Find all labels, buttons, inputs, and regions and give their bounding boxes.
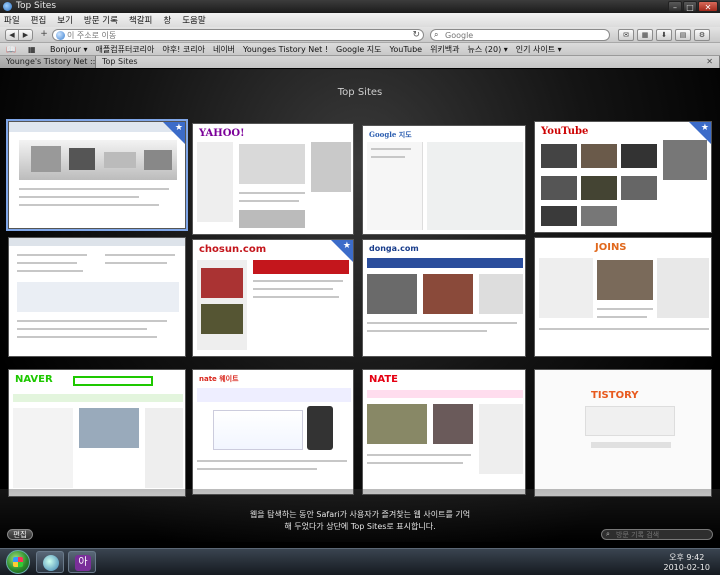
close-button[interactable]: ✕ bbox=[698, 1, 718, 12]
minimize-button[interactable]: – bbox=[668, 1, 682, 12]
title-bar: Top Sites – □ ✕ bbox=[0, 0, 720, 13]
clock-date: 2010-02-10 bbox=[663, 563, 711, 572]
topsite-logo: Google 지도 bbox=[369, 130, 412, 139]
bookmark-item[interactable]: Bonjour ▾ bbox=[50, 45, 88, 54]
window-controls: – □ ✕ bbox=[668, 1, 718, 12]
bookmark-item[interactable]: 뉴스 (20) ▾ bbox=[468, 44, 508, 55]
bookmarks-bar: 📖 ▦ Bonjour ▾ 애플컴퓨터코리아 야후! 코리아 네이버 Young… bbox=[0, 43, 720, 56]
topsite-thumb[interactable] bbox=[8, 237, 186, 357]
history-search-input[interactable] bbox=[616, 530, 708, 539]
caption-line: 웹을 탐색하는 동안 Safari가 사용자가 즐겨찾는 웹 사이트를 기억 bbox=[249, 510, 471, 519]
topsite-thumb[interactable]: nate 웨이트 bbox=[192, 369, 354, 495]
topsite-thumb[interactable]: JOINS bbox=[534, 237, 712, 357]
start-button[interactable] bbox=[6, 550, 30, 574]
menu-window[interactable]: 창 bbox=[163, 14, 171, 26]
bookmark-item[interactable]: Google 지도 bbox=[336, 44, 381, 55]
topsite-logo: nate 웨이트 bbox=[199, 375, 239, 383]
mail-icon[interactable]: ✉ bbox=[618, 29, 634, 41]
menu-file[interactable]: 파일 bbox=[4, 14, 20, 26]
gear-icon[interactable]: ⚙ bbox=[694, 29, 710, 41]
windows-taskbar: 아 오후 9:42 2010-02-10 bbox=[0, 548, 720, 575]
bookmark-item[interactable]: 애플컴퓨터코리아 bbox=[96, 44, 155, 55]
edit-button[interactable]: 편집 bbox=[7, 529, 33, 540]
book-icon[interactable]: 📖 bbox=[6, 45, 20, 54]
taskbar-ime[interactable]: 아 bbox=[68, 551, 96, 573]
topsite-thumb[interactable]: YouTube ★ bbox=[534, 121, 712, 233]
topsite-thumb[interactable]: donga.com bbox=[362, 239, 526, 357]
back-button[interactable]: ◀ bbox=[5, 29, 19, 41]
bookmark-item[interactable]: 네이버 bbox=[213, 44, 235, 55]
system-clock[interactable]: 오후 9:42 2010-02-10 bbox=[664, 553, 711, 573]
search-icon: ⌕ bbox=[606, 530, 610, 538]
topsite-logo: TISTORY bbox=[591, 390, 639, 401]
korean-ime-icon: 아 bbox=[75, 555, 91, 571]
topsite-logo: YAHOO! bbox=[199, 128, 245, 139]
forward-button[interactable]: ▶ bbox=[19, 29, 33, 41]
menu-edit[interactable]: 편집 bbox=[31, 14, 47, 26]
topsites-title: Top Sites bbox=[337, 87, 383, 98]
search-input[interactable] bbox=[445, 30, 605, 40]
menu-help[interactable]: 도움말 bbox=[182, 14, 205, 26]
reload-icon[interactable]: ↻ bbox=[412, 30, 420, 40]
topsite-thumb[interactable]: NATE bbox=[362, 369, 526, 495]
maximize-button[interactable]: □ bbox=[683, 1, 697, 12]
address-bar: ↻ bbox=[52, 29, 424, 41]
toolbar-icons: ✉ ▦ ⬇ ▤ ⚙ bbox=[618, 29, 710, 41]
topsite-thumb[interactable]: YAHOO! bbox=[192, 123, 354, 235]
menu-history[interactable]: 방문 기록 bbox=[84, 14, 118, 26]
tab-topsites[interactable]: Top Sites ✕ bbox=[96, 56, 720, 68]
toolbar: ◀ ▶ + ↻ ⌕ ✉ ▦ ⬇ ▤ ⚙ bbox=[0, 27, 720, 43]
pin-star-icon[interactable]: ★ bbox=[689, 122, 711, 144]
tab-tistory[interactable]: Younge's Tistory Net :: ... bbox=[0, 56, 96, 68]
grid-icon[interactable]: ▦ bbox=[28, 45, 42, 54]
window-title: Top Sites bbox=[16, 1, 57, 11]
topsites-icon[interactable]: ▦ bbox=[637, 29, 653, 41]
close-tab-icon[interactable]: ✕ bbox=[706, 56, 713, 68]
history-search: ⌕ bbox=[601, 529, 713, 540]
nav-buttons: ◀ ▶ bbox=[5, 29, 33, 41]
bookmark-item[interactable]: 인기 사이트 ▾ bbox=[516, 44, 562, 55]
topsite-logo: donga.com bbox=[369, 244, 419, 253]
topsite-thumb[interactable]: TISTORY bbox=[534, 369, 712, 497]
safari-icon bbox=[3, 2, 12, 11]
bookmark-item[interactable]: 야후! 코리아 bbox=[162, 44, 205, 55]
address-input[interactable] bbox=[67, 30, 397, 40]
menu-bookmarks[interactable]: 책갈피 bbox=[129, 14, 152, 26]
pin-star-icon[interactable]: ★ bbox=[331, 240, 353, 262]
tab-label: Younge's Tistory Net :: ... bbox=[6, 57, 96, 66]
pin-star-icon[interactable]: ★ bbox=[163, 122, 185, 144]
safari-icon bbox=[43, 555, 59, 571]
download-icon[interactable]: ⬇ bbox=[656, 29, 672, 41]
clock-time: 오후 9:42 bbox=[669, 553, 705, 562]
tab-label: Top Sites bbox=[102, 57, 138, 66]
bookmark-item[interactable]: Younges Tistory Net ! bbox=[243, 45, 328, 54]
add-bookmark-button[interactable]: + bbox=[38, 29, 50, 41]
topsite-logo: NATE bbox=[369, 374, 398, 385]
bookmark-item[interactable]: 위키백과 bbox=[430, 44, 459, 55]
globe-icon bbox=[56, 31, 65, 40]
topsites-view: Top Sites ★ YAHOO! Google 지도 YouTube ★ c… bbox=[0, 69, 720, 542]
topsite-logo: JOINS bbox=[595, 242, 627, 253]
topsite-thumb[interactable]: NAVER bbox=[8, 369, 186, 497]
taskbar-safari[interactable] bbox=[36, 551, 64, 573]
topsite-logo: YouTube bbox=[541, 126, 589, 137]
topsite-thumb[interactable]: ★ bbox=[8, 121, 186, 229]
topsite-thumb[interactable]: Google 지도 bbox=[362, 125, 526, 235]
tab-bar: Younge's Tistory Net :: ... Top Sites ✕ bbox=[0, 56, 720, 68]
topsite-thumb[interactable]: chosun.com ★ bbox=[192, 239, 354, 357]
bookmark-item[interactable]: YouTube bbox=[390, 45, 423, 54]
page-menu-icon[interactable]: ▤ bbox=[675, 29, 691, 41]
topsite-logo: chosun.com bbox=[199, 244, 267, 255]
topsite-logo: NAVER bbox=[15, 374, 53, 385]
search-bar: ⌕ bbox=[430, 29, 610, 41]
menu-bar: 파일 편집 보기 방문 기록 책갈피 창 도움말 bbox=[0, 13, 720, 27]
menu-view[interactable]: 보기 bbox=[57, 14, 73, 26]
search-icon: ⌕ bbox=[434, 30, 439, 39]
